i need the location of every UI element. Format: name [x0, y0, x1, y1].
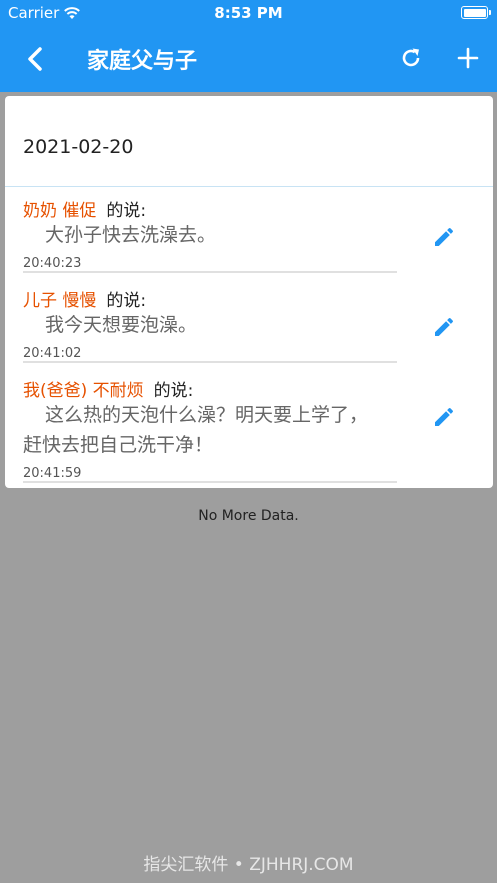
- message-header: 奶奶 催促 的说:: [23, 196, 146, 221]
- pencil-icon: [435, 317, 454, 336]
- no-more-data-label: No More Data.: [198, 508, 299, 524]
- message-divider: [23, 481, 397, 483]
- edit-button[interactable]: [429, 222, 459, 252]
- app-bar: Carrier 8:53 PM 家庭父与子: [0, 0, 497, 92]
- page-title: 家庭父与子: [87, 49, 198, 74]
- message-header: 儿子 慢慢 的说:: [23, 286, 146, 311]
- message-header: 我(爸爸) 不耐烦 的说:: [23, 376, 193, 401]
- date-divider: [5, 186, 493, 187]
- pencil-icon: [435, 407, 454, 426]
- edit-button[interactable]: [429, 402, 459, 432]
- speaker-name: 我(爸爸) 不耐烦: [23, 381, 144, 401]
- message-text: 这么热的天泡什么澡？明天要上学了，赶快去把自己洗干净！: [23, 404, 369, 456]
- message-time: 20:40:23: [23, 256, 82, 271]
- said-label: 的说:: [106, 291, 147, 311]
- message-divider: [23, 271, 397, 273]
- battery-icon: [461, 6, 491, 19]
- conversation-date: 2021-02-20: [23, 136, 134, 158]
- nav-bar: 家庭父与子: [0, 26, 497, 92]
- chevron-left-icon: [28, 47, 42, 71]
- back-button[interactable]: [18, 42, 52, 76]
- refresh-button[interactable]: [396, 43, 426, 73]
- message-time: 20:41:59: [23, 466, 82, 481]
- speaker-name: 奶奶 催促: [23, 201, 97, 221]
- plus-icon: [457, 47, 479, 69]
- conversation-card: 2021-02-20 奶奶 催促 的说: 大孙子快去洗澡去。 20:40:23 儿…: [5, 96, 493, 488]
- refresh-icon: [402, 48, 420, 67]
- message-text: 大孙子快去洗澡去。: [45, 224, 217, 246]
- message-text: 我今天想要泡澡。: [45, 314, 198, 336]
- message-divider: [23, 361, 397, 363]
- said-label: 的说:: [153, 381, 194, 401]
- watermark: 指尖汇软件 • ZJHHRJ.COM: [143, 855, 354, 875]
- speaker-name: 儿子 慢慢: [23, 291, 97, 311]
- pencil-icon: [435, 227, 454, 246]
- edit-button[interactable]: [429, 312, 459, 342]
- message-time: 20:41:02: [23, 346, 82, 361]
- status-bar: Carrier 8:53 PM: [0, 0, 497, 26]
- said-label: 的说:: [106, 201, 147, 221]
- add-button[interactable]: [453, 43, 483, 73]
- status-time: 8:53 PM: [214, 4, 283, 22]
